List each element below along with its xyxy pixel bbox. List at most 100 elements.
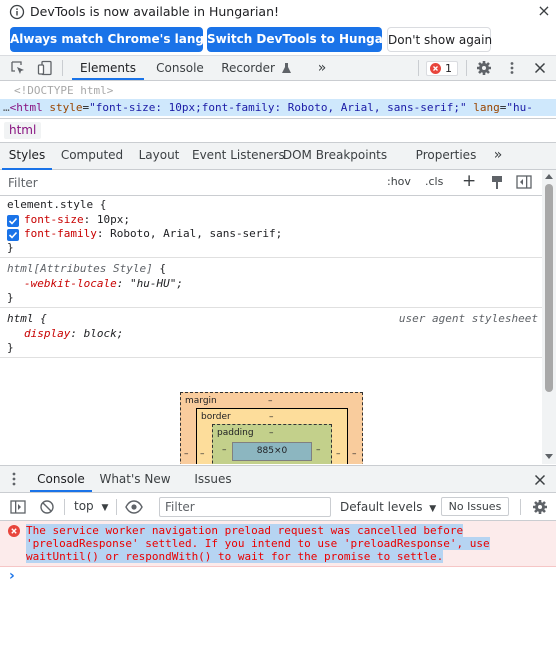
settings-gear-icon[interactable] [476,60,492,76]
property-name: -webkit-locale [24,277,117,290]
error-count: 1 [445,62,452,75]
breadcrumb-html[interactable]: html [4,122,42,139]
console-filter-input[interactable] [159,497,331,517]
rule-open-brace: { [99,198,107,211]
close-devtools-icon[interactable] [532,60,548,76]
style-property: -webkit-locale: "hu-HU"; [24,277,183,290]
dont-show-again-button[interactable]: Don't show again [387,27,492,52]
font-size-checkbox[interactable] [7,215,19,227]
border-left-value[interactable]: – [200,449,205,459]
box-model-padding[interactable]: padding – – – 885×0 [212,424,332,464]
styles-pane: element.style { font-size: 10px; font-fa… [0,196,542,464]
scroll-up-arrow-icon[interactable] [545,174,553,179]
infobar-close-button[interactable]: × [536,2,552,20]
tab-recorder-label: Recorder [221,61,275,75]
paint-brush-icon[interactable] [490,175,504,191]
error-line: The service worker navigation preload re… [26,524,464,537]
margin-right-value[interactable]: – [352,449,357,459]
tab-properties[interactable]: Properties [411,143,481,170]
tab-event-listeners[interactable]: Event Listeners [192,143,285,170]
context-selector[interactable]: top ▼ [74,499,108,513]
class-toggle-button[interactable]: .cls [425,175,443,188]
doctype-node[interactable]: <!DOCTYPE html> [0,82,556,99]
border-top-value[interactable]: – [269,412,274,422]
rule-selector: html [7,312,34,325]
toolbar-divider [520,499,521,515]
element-style-rule: element.style { font-size: 10px; font-fa… [0,196,542,258]
console-prompt-area[interactable]: › [0,567,556,669]
always-match-language-button[interactable]: Always match Chrome's language [10,27,237,52]
rule-selector-line: html { [7,312,47,326]
new-style-rule-button[interactable]: + [462,171,476,191]
main-tab-bar: Elements Console Recorder » 1 [0,56,556,81]
scroll-down-arrow-icon[interactable] [545,454,553,459]
inspect-element-icon[interactable] [10,60,26,76]
show-sidebar-icon[interactable] [10,500,26,514]
close-drawer-icon[interactable] [532,472,548,488]
drawer-tab-whats-new[interactable]: What's New [96,466,174,492]
box-model-margin[interactable]: margin – – – border – – – padding – – – … [180,392,363,464]
box-model-content[interactable]: 885×0 [232,442,312,461]
rule-selector[interactable]: element.style [7,198,93,211]
live-expression-eye-icon[interactable] [125,500,143,514]
border-right-value[interactable]: – [336,449,341,459]
tab-recorder[interactable]: Recorder [216,56,296,80]
tab-console[interactable]: Console [150,56,210,80]
lang-attr-name: lang [473,101,500,114]
rule-close-brace: } [7,291,14,304]
tab-styles[interactable]: Styles [2,143,52,170]
tab-layout[interactable]: Layout [134,143,184,170]
padding-left-value[interactable]: – [222,445,227,455]
property-name[interactable]: font-family [24,227,97,240]
box-model-border[interactable]: border – – – padding – – – 885×0 [196,408,348,464]
kebab-menu-icon[interactable] [504,60,520,76]
margin-left-value[interactable]: – [184,449,189,459]
more-sidebar-tabs-button[interactable]: » [488,143,508,170]
infobar-message: DevTools is now available in Hungarian! [30,4,280,19]
property-name[interactable]: font-size [24,213,84,226]
rule-source: user agent stylesheet [398,312,538,325]
more-tabs-button[interactable]: » [312,56,332,80]
rule-selector: html[Attributes Style] [7,262,153,275]
console-error-message[interactable]: The service worker navigation preload re… [0,521,556,567]
property-value[interactable]: Roboto, Arial, sans-serif; [110,227,282,240]
toolbar-divider [64,499,65,515]
tab-dom-breakpoints[interactable]: DOM Breakpoints [267,143,403,170]
drawer-tab-console[interactable]: Console [30,466,92,492]
clear-console-icon[interactable] [39,499,55,515]
breadcrumb: html [0,118,556,142]
styles-filter-input[interactable] [2,172,378,193]
device-toolbar-icon[interactable] [37,60,53,76]
switch-to-hungarian-button[interactable]: Switch DevTools to Hungarian [207,27,410,52]
info-icon [9,4,25,20]
padding-right-value[interactable]: – [316,445,321,455]
property-name: display [24,327,71,340]
tab-elements[interactable]: Elements [72,56,144,80]
html-node-selected[interactable]: …<html style="font-size: 10px;font-famil… [0,99,556,116]
scrollbar-thumb[interactable] [545,184,553,392]
tab-computed[interactable]: Computed [58,143,126,170]
drawer-tab-issues[interactable]: Issues [188,466,238,492]
style-property: display: block; [24,327,124,340]
property-value[interactable]: 10px; [97,213,130,226]
margin-top-value[interactable]: – [268,396,273,406]
style-property: font-family: Roboto, Arial, sans-serif; [24,227,283,240]
dom-tree: <!DOCTYPE html> …<html style="font-size:… [0,82,556,118]
log-levels-dropdown[interactable]: Default levels ▼ [340,500,436,514]
toolbar-divider [62,60,63,76]
toggle-sidebar-icon[interactable] [516,175,532,189]
toolbar-divider [466,60,467,76]
style-property: font-size: 10px; [24,213,130,226]
error-count-badge[interactable]: 1 [426,61,458,76]
font-family-checkbox[interactable] [7,229,19,241]
rule-close-brace: } [7,341,14,354]
hover-state-button[interactable]: :hov [387,175,411,188]
language-infobar: DevTools is now available in Hungarian! … [0,0,556,56]
drawer-menu-icon[interactable] [12,472,16,486]
padding-top-value[interactable]: – [269,428,274,438]
console-settings-gear-icon[interactable] [532,499,548,515]
sidebar-tab-bar: Styles Computed Layout Event Listeners D… [0,142,556,170]
no-issues-button[interactable]: No Issues [441,497,509,516]
context-label: top [74,499,94,513]
lang-attr-value: "hu- [506,101,533,114]
